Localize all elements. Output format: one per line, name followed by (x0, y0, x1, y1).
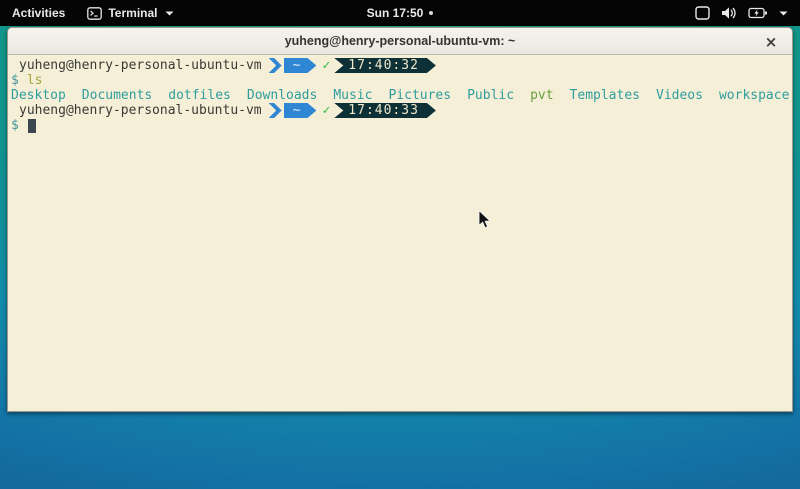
dir-entry: Public (467, 88, 514, 103)
prompt-symbol: $ (11, 73, 19, 88)
dir-entry: Music (333, 88, 372, 103)
notification-dot (429, 11, 433, 15)
prompt-symbol: $ (11, 118, 19, 133)
input-line[interactable]: $ (11, 118, 790, 133)
dir-entry: Downloads (247, 88, 317, 103)
volume-icon (721, 6, 737, 20)
text-cursor (28, 119, 36, 133)
top-bar: Activities Terminal Sun 17:50 (0, 0, 800, 26)
prompt-line: yuheng@henry-personal-ubuntu-vm ~ ✓ 17:4… (11, 103, 790, 118)
prompt-user-host: yuheng@henry-personal-ubuntu-vm (11, 103, 262, 118)
close-button[interactable]: × (760, 28, 782, 55)
dir-entry: Videos (656, 88, 703, 103)
dir-entry: Pictures (388, 88, 451, 103)
prompt-user-host: yuheng@henry-personal-ubuntu-vm (11, 58, 262, 73)
prompt-time-segment: 17:40:32 (334, 58, 436, 73)
dir-entry: pvt (530, 88, 553, 103)
system-status-menu[interactable] (683, 0, 800, 26)
powerline-separator-icon (269, 58, 282, 73)
dir-entry: Desktop (11, 88, 66, 103)
typed-command: ls (27, 73, 43, 88)
powerline-separator-icon (269, 103, 282, 118)
dir-entry: dotfiles (168, 88, 231, 103)
ls-output-line: Desktop Documents dotfiles Downloads Mus… (11, 88, 790, 103)
clock-label[interactable]: Sun 17:50 (367, 6, 424, 20)
chevron-down-icon (165, 11, 174, 16)
dir-entry: workspace (719, 88, 789, 103)
prompt-path-segment: ~ (284, 58, 317, 73)
terminal-screen[interactable]: yuheng@henry-personal-ubuntu-vm ~ ✓ 17:4… (8, 55, 792, 412)
status-check-icon: ✓ (322, 58, 330, 73)
terminal-window: yuheng@henry-personal-ubuntu-vm: ~ × yuh… (7, 27, 793, 412)
terminal-app-icon (87, 7, 102, 20)
prompt-line: yuheng@henry-personal-ubuntu-vm ~ ✓ 17:4… (11, 58, 790, 73)
app-menu-label: Terminal (108, 6, 157, 20)
chevron-down-icon (779, 11, 788, 16)
command-line: $ ls (11, 73, 790, 88)
window-title-bar[interactable]: yuheng@henry-personal-ubuntu-vm: ~ × (8, 28, 792, 55)
status-check-icon: ✓ (322, 103, 330, 118)
display-icon (695, 6, 710, 20)
dir-entry: Documents (82, 88, 152, 103)
prompt-time-segment: 17:40:33 (334, 103, 436, 118)
app-menu-terminal[interactable]: Terminal (77, 0, 184, 26)
battery-charging-icon (748, 6, 768, 20)
dir-entry: Templates (570, 88, 640, 103)
window-title: yuheng@henry-personal-ubuntu-vm: ~ (285, 34, 516, 48)
prompt-path-segment: ~ (284, 103, 317, 118)
activities-button[interactable]: Activities (0, 0, 77, 26)
